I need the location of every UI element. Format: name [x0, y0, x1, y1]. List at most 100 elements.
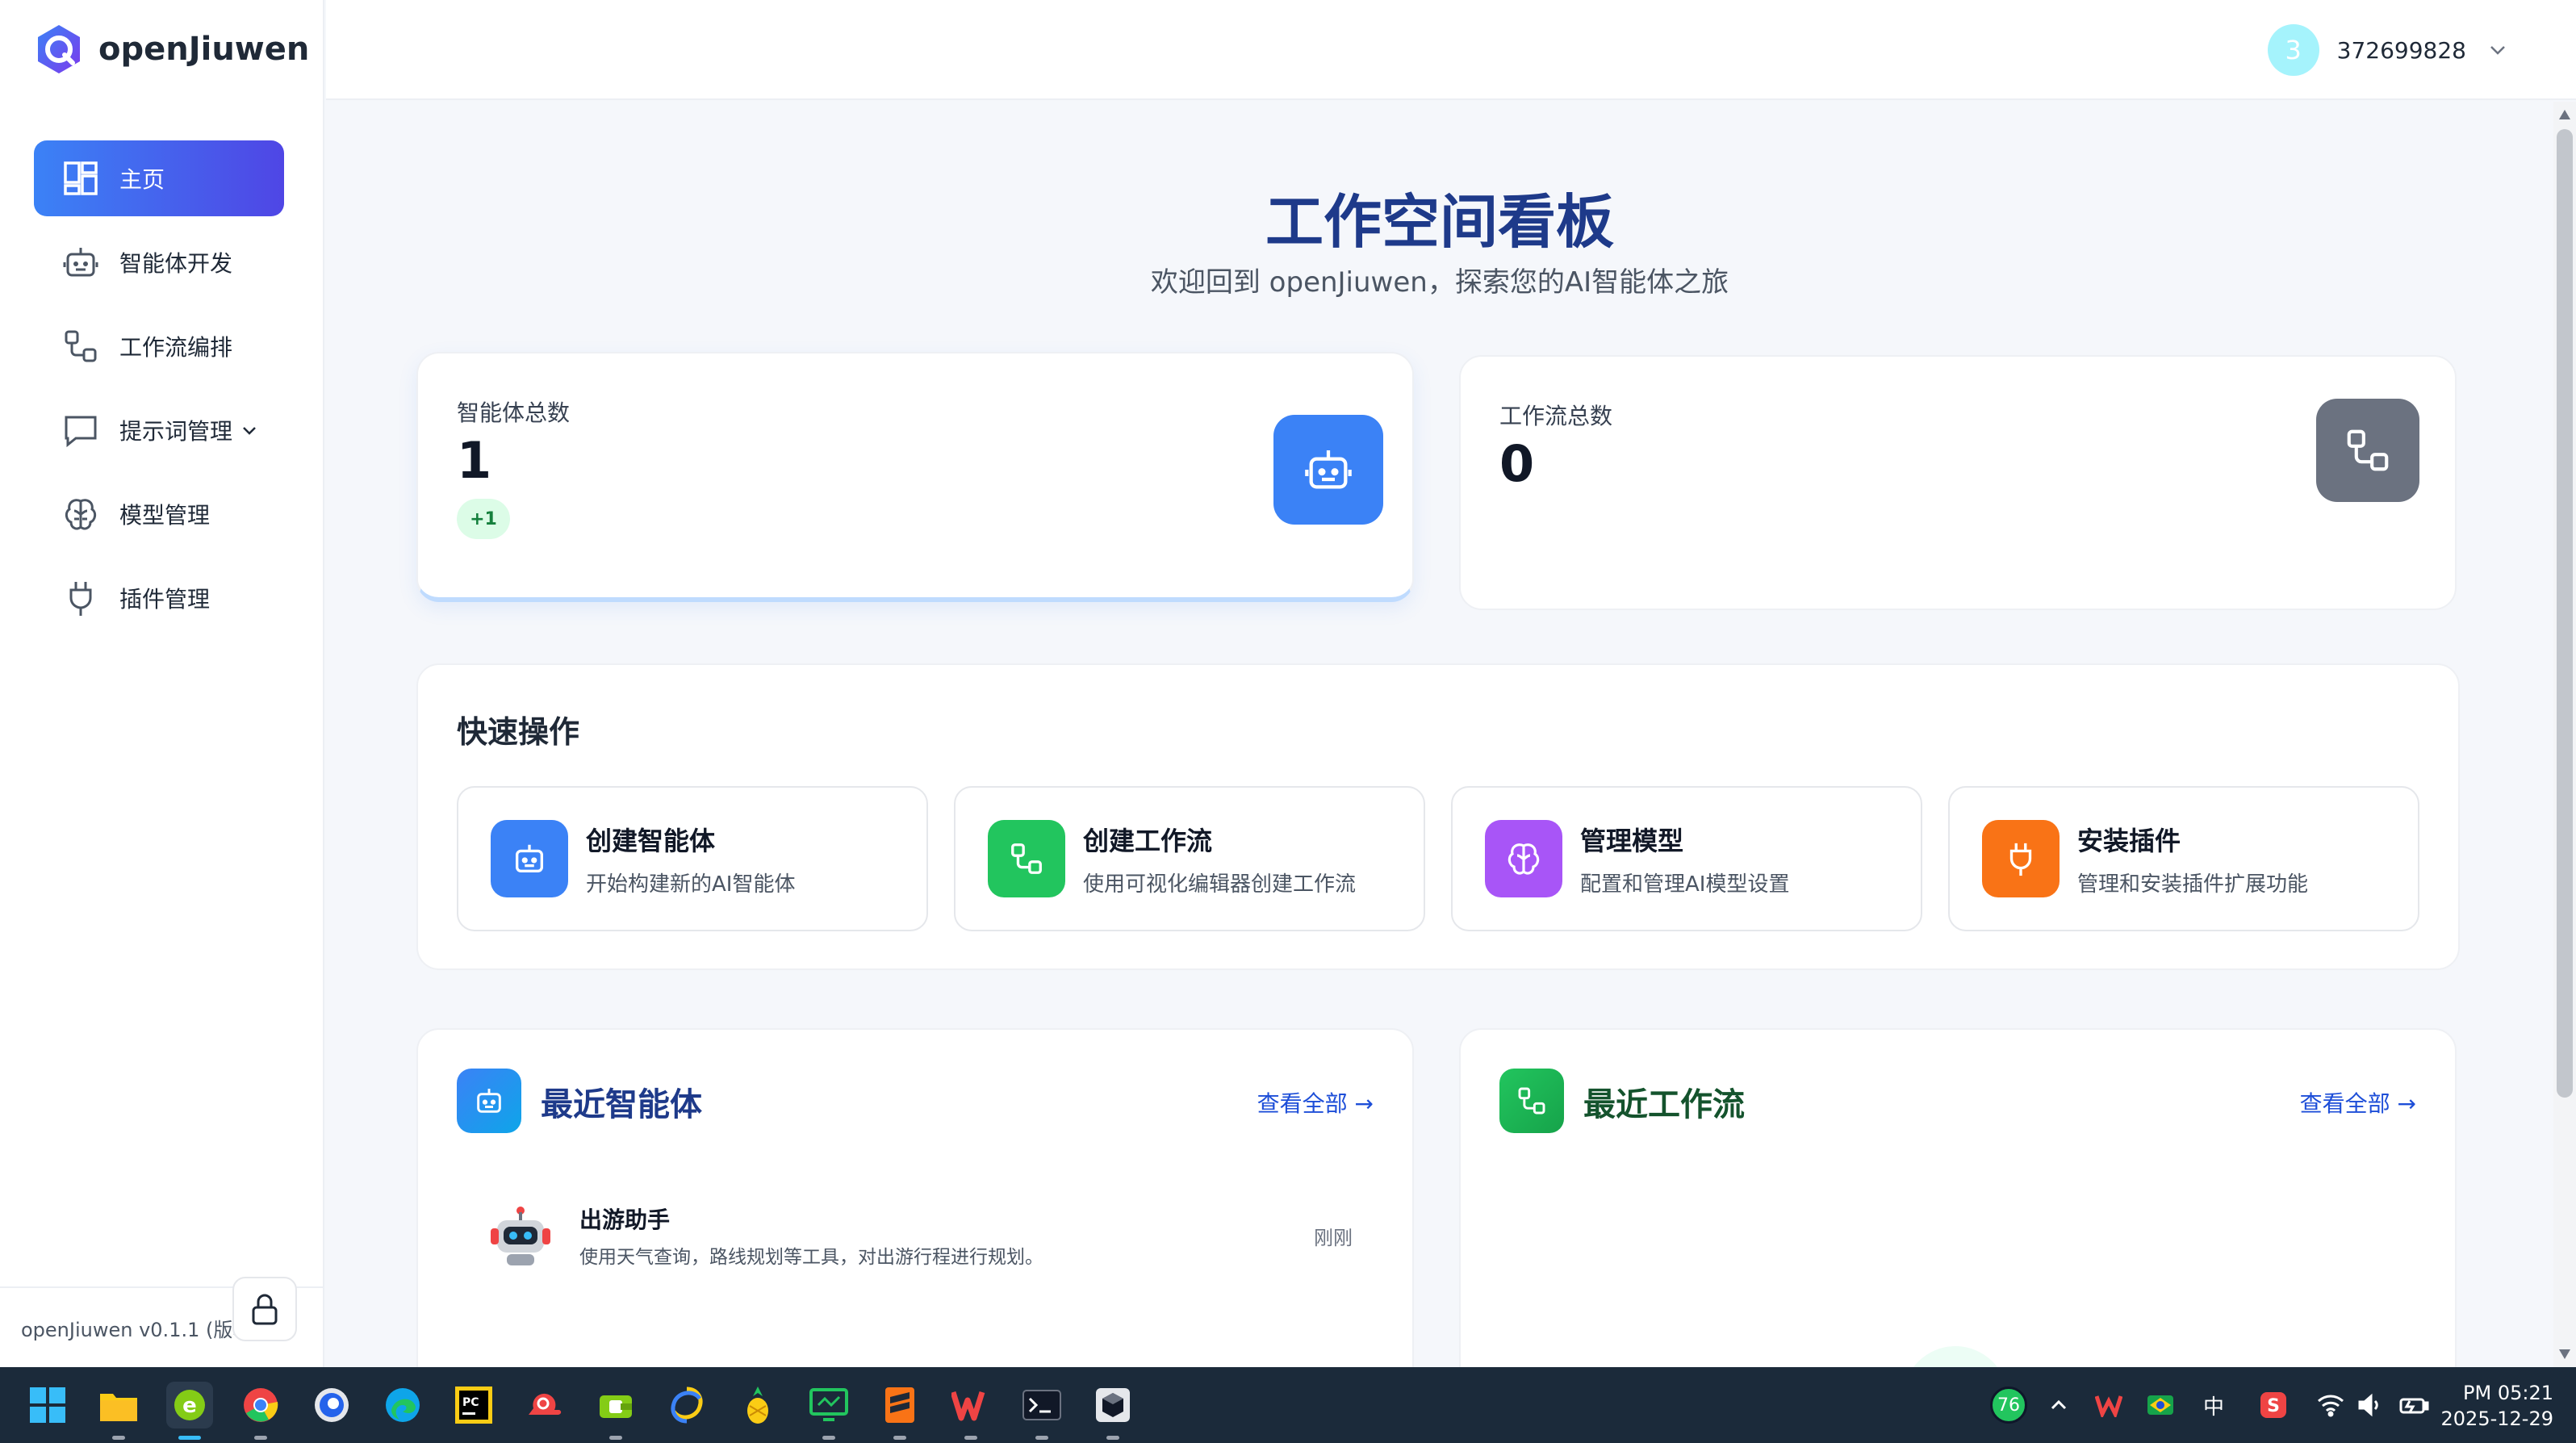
vertical-scrollbar[interactable]	[2553, 102, 2576, 1367]
clock-time: PM 05:21	[2463, 1382, 2553, 1404]
sublime-icon	[885, 1387, 914, 1423]
stat-card-agents[interactable]: 智能体总数 1 +1	[416, 352, 1414, 602]
tray-wifi[interactable]	[2316, 1367, 2345, 1443]
view-all-agents-link[interactable]: 查看全部 →	[1257, 1086, 1374, 1119]
taskbar-ie-browser[interactable]: e	[166, 1382, 213, 1440]
taskbar-pycharm[interactable]: PC	[450, 1382, 497, 1428]
quick-action-manage-models[interactable]: 管理模型 配置和管理AI模型设置	[1451, 786, 1922, 931]
tray-volume[interactable]	[2356, 1367, 2384, 1443]
plug-icon	[69, 582, 92, 616]
active-indicator	[178, 1436, 201, 1440]
browser-e-icon: e	[174, 1390, 205, 1420]
stat-value: 1	[457, 431, 492, 490]
section-icon	[1499, 1069, 1564, 1133]
running-indicator	[609, 1436, 622, 1440]
folder-icon	[100, 1394, 137, 1421]
quick-action-install-plugin[interactable]: 安装插件 管理和安装插件扩展功能	[1948, 786, 2419, 931]
taskbar-sublime[interactable]	[876, 1382, 923, 1440]
scroll-up-arrow[interactable]	[2559, 110, 2570, 119]
taskbar-app-cube[interactable]	[1089, 1382, 1136, 1440]
taskbar-edge[interactable]	[379, 1382, 426, 1428]
list-item[interactable]: 出游助手 使用天气查询，路线规划等工具，对出游行程进行规划。 刚刚	[457, 1191, 1377, 1280]
tray-ime[interactable]: 中	[2203, 1367, 2224, 1443]
qa-title: 创建工作流	[1083, 825, 1213, 856]
workflow-icon	[1011, 843, 1042, 874]
nav-item-home[interactable]: 主页	[34, 140, 284, 216]
app-circle-icon	[315, 1388, 349, 1422]
wallet-icon	[600, 1395, 632, 1418]
svg-text:PC: PC	[462, 1396, 479, 1409]
logo-icon	[38, 25, 80, 73]
nav-item-plugins[interactable]: 插件管理	[34, 560, 284, 636]
nav-item-agent-dev[interactable]: 智能体开发	[34, 224, 284, 300]
snail-icon	[529, 1393, 562, 1415]
agent-name: 出游助手	[579, 1207, 671, 1233]
taskbar-terminal[interactable]	[1018, 1382, 1065, 1440]
flag-icon	[2147, 1395, 2173, 1415]
start-button[interactable]	[24, 1382, 71, 1428]
scroll-thumb[interactable]	[2557, 129, 2573, 1098]
taskbar-chrome[interactable]	[237, 1382, 284, 1440]
nav-item-models[interactable]: 模型管理	[34, 476, 284, 552]
qa-text: 安装插件 管理和安装插件扩展功能	[2077, 821, 2308, 897]
tray-app-sogou[interactable]: S	[2260, 1367, 2287, 1443]
tray-badge[interactable]: 76	[1990, 1367, 2027, 1443]
pineapple-icon	[747, 1387, 768, 1424]
wps-icon	[951, 1391, 985, 1421]
swirl-icon	[671, 1387, 703, 1424]
tray-counter-badge: 76	[1990, 1387, 2027, 1424]
avatar[interactable]: 3	[2267, 24, 2319, 76]
stat-icon	[2316, 399, 2419, 502]
quick-action-create-agent[interactable]: 创建智能体 开始构建新的AI智能体	[457, 786, 928, 931]
dashboard-main: 工作空间看板 欢迎回到 openJiuwen，探索您的AI智能体之旅 智能体总数…	[326, 102, 2553, 1367]
sidebar: openJiuwen 主页 智能体开发 工作流编排 提示词管理 模型管理 插件管…	[0, 0, 324, 1367]
username: 372699828	[2336, 36, 2466, 64]
taskbar-wps[interactable]	[947, 1382, 994, 1440]
running-indicator	[254, 1436, 267, 1440]
nav-label: 插件管理	[119, 586, 211, 613]
user-menu[interactable]: 3 372699828	[2267, 24, 2508, 76]
running-indicator	[1106, 1436, 1119, 1440]
chevron-down-icon	[243, 427, 256, 435]
brand-name: openJiuwen	[98, 31, 310, 68]
qa-icon	[491, 820, 568, 897]
robot-icon	[63, 248, 98, 277]
taskbar-app-blue[interactable]	[308, 1382, 355, 1428]
robot-icon	[477, 1089, 501, 1113]
system-clock[interactable]: PM 05:21 2025-12-29	[2441, 1380, 2553, 1432]
quick-action-create-workflow[interactable]: 创建工作流 使用可视化编辑器创建工作流	[954, 786, 1425, 931]
tray-overflow[interactable]	[2048, 1367, 2069, 1443]
nav-item-prompts[interactable]: 提示词管理	[34, 392, 284, 468]
taskbar-app-wallet[interactable]	[592, 1382, 639, 1440]
nav-label: 提示词管理	[119, 418, 233, 445]
sidebar-footer: openJiuwen v0.1.1 (版本	[0, 1277, 324, 1367]
brand[interactable]: openJiuwen	[32, 23, 309, 76]
taskbar-file-explorer[interactable]	[95, 1382, 142, 1440]
stat-card-workflows[interactable]: 工作流总数 0	[1459, 355, 2457, 610]
tray-battery[interactable]	[2398, 1367, 2429, 1443]
tray-app-flag[interactable]	[2147, 1367, 2174, 1443]
taskbar-app-monitor[interactable]	[805, 1382, 852, 1440]
workflow-icon	[1518, 1087, 1545, 1115]
taskbar-app-pineapple[interactable]	[734, 1382, 781, 1428]
recent-agents-panel: 最近智能体 查看全部 → 出游助手 使用天气查询，路线规划等工具，对出游行程进行…	[416, 1028, 1414, 1367]
view-all-workflows-link[interactable]: 查看全部 →	[2300, 1086, 2416, 1119]
section-title: 最近工作流	[1583, 1086, 1745, 1123]
sogou-icon: S	[2260, 1392, 2286, 1418]
nav-label: 工作流编排	[119, 334, 233, 361]
quick-actions-panel: 快速操作 创建智能体 开始构建新的AI智能体 创建工作流 使用可视化编辑器创建工…	[416, 663, 2460, 970]
taskbar-app-snail[interactable]	[521, 1382, 568, 1428]
workflow-icon	[65, 330, 97, 362]
taskbar-app-swirl[interactable]	[663, 1382, 710, 1428]
scroll-down-arrow[interactable]	[2559, 1349, 2570, 1359]
robot-avatar-icon	[491, 1207, 550, 1265]
tray-app-wps[interactable]	[2095, 1367, 2122, 1443]
lock-icon	[252, 1294, 278, 1325]
lock-button[interactable]	[232, 1277, 297, 1341]
stat-icon	[1273, 415, 1383, 525]
section-title: 最近智能体	[541, 1086, 702, 1123]
wps-tray-icon	[2095, 1395, 2122, 1417]
qa-icon	[1485, 820, 1562, 897]
nav-item-workflow[interactable]: 工作流编排	[34, 308, 284, 384]
stat-value: 0	[1499, 434, 1535, 493]
